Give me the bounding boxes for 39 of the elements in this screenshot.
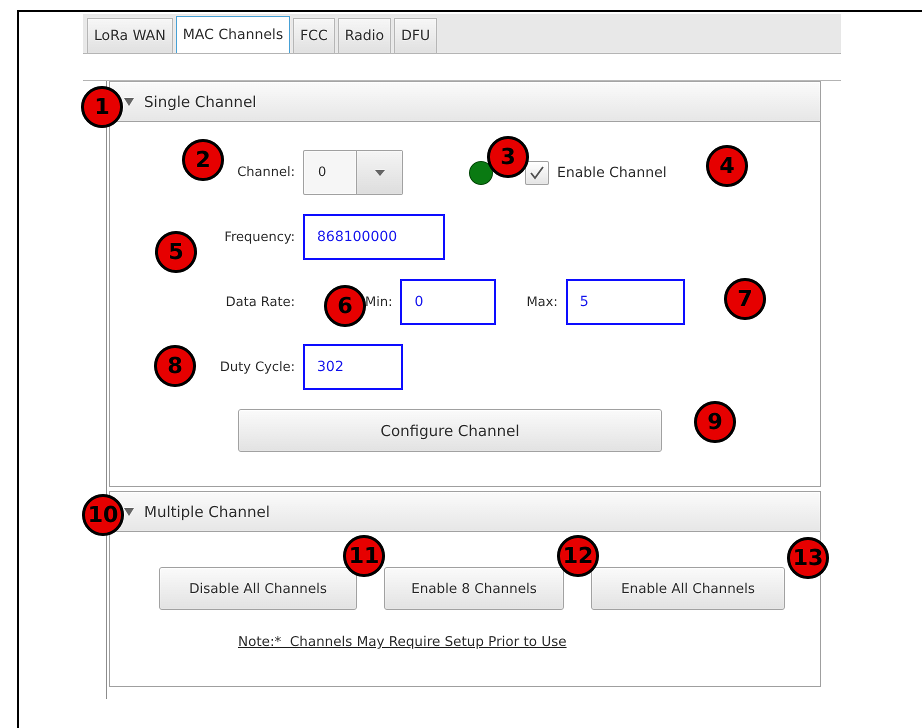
- callout-number: 1: [81, 86, 123, 128]
- tab[interactable]: DFU: [394, 18, 438, 53]
- min-field[interactable]: 0: [400, 279, 496, 325]
- frequency-field[interactable]: 868100000: [303, 214, 445, 260]
- tab[interactable]: MAC Channels: [176, 16, 290, 53]
- channel-action-button[interactable]: Disable All Channels: [159, 567, 357, 610]
- section-header[interactable]: Single Channel: [110, 82, 820, 122]
- callout-number: 6: [324, 285, 366, 327]
- callout-number: 9: [694, 401, 736, 443]
- tab[interactable]: FCC: [293, 18, 335, 53]
- callout-number: 11: [343, 535, 385, 577]
- callout-number: 3: [487, 136, 529, 178]
- dropdown-arrow-icon: [374, 170, 384, 176]
- callout-number: 10: [82, 494, 124, 536]
- frequency-label: Frequency:: [224, 230, 295, 244]
- channel-label: Channel:: [237, 165, 295, 180]
- checkmark-icon: [529, 164, 545, 180]
- duty-cycle-label: Duty Cycle:: [220, 360, 295, 374]
- note-text: Note:* Channels May Require Setup Prior to Use: [238, 634, 567, 650]
- channel-dropdown[interactable]: 0: [303, 150, 403, 195]
- callout-number: 13: [787, 537, 829, 579]
- data-rate-label: Data Rate:: [226, 294, 295, 310]
- collapse-triangle-icon: [124, 508, 134, 516]
- tab[interactable]: Radio: [338, 18, 392, 53]
- max-field[interactable]: 5: [566, 279, 685, 325]
- channel-action-button[interactable]: Enable All Channels: [591, 567, 785, 610]
- min-label: Min:: [365, 294, 392, 310]
- duty-cycle-field[interactable]: 302: [303, 344, 403, 390]
- callout-number: 4: [706, 145, 748, 187]
- max-label: Max:: [526, 294, 558, 310]
- callout-number: 5: [155, 231, 197, 273]
- callout-number: 12: [557, 535, 599, 577]
- callout-number: 2: [182, 139, 224, 181]
- tab[interactable]: LoRa WAN: [87, 18, 173, 53]
- channel-action-button[interactable]: Enable 8 Channels: [384, 567, 564, 610]
- callout-number: 8: [154, 345, 196, 387]
- collapse-triangle-icon: [124, 98, 134, 106]
- configure-channel-button[interactable]: Configure Channel: [238, 409, 662, 452]
- callout-number: 7: [724, 278, 766, 320]
